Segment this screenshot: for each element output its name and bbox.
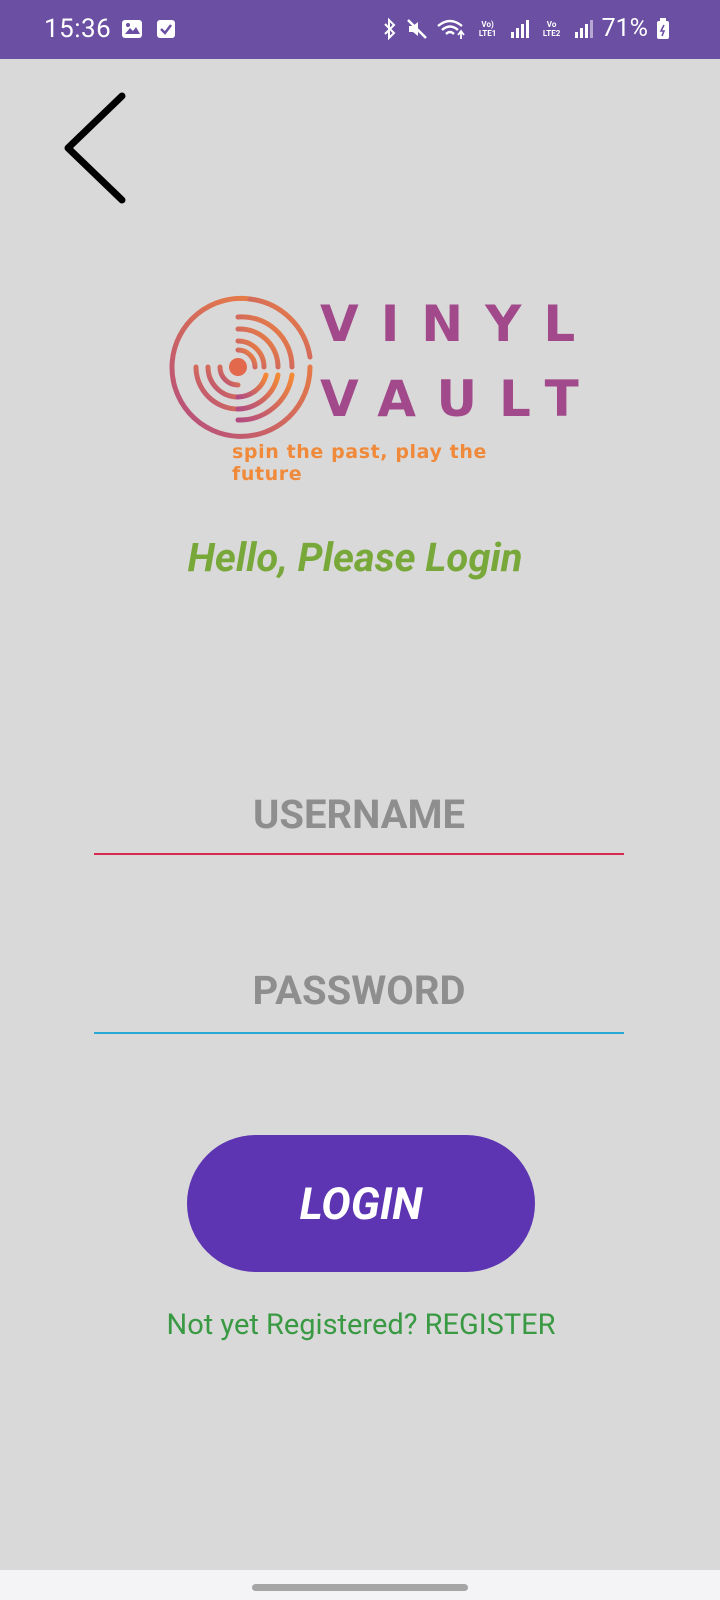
- battery-percent: 71%: [601, 14, 648, 43]
- back-button[interactable]: [50, 86, 140, 211]
- checkbox-icon: [157, 20, 175, 38]
- battery-icon: [657, 17, 669, 39]
- status-bar: 15:36 Vo) LTE1 Vo LTE2 71%: [0, 0, 720, 59]
- login-button[interactable]: LOGIN: [187, 1135, 535, 1272]
- password-input[interactable]: [94, 958, 624, 1022]
- password-underline: [94, 1032, 624, 1034]
- logo-tagline: spin the past, play the future: [232, 441, 487, 485]
- status-time: 15:36: [44, 14, 112, 44]
- signal-icon: [510, 19, 529, 38]
- navigation-bar: [0, 1570, 720, 1600]
- login-greeting: Hello, Please Login: [187, 534, 523, 581]
- username-input[interactable]: [94, 782, 624, 846]
- home-indicator[interactable]: [252, 1584, 468, 1591]
- app-logo: VINYL VAULT spin the past, play the futu…: [160, 295, 579, 485]
- mute-icon: [406, 18, 427, 39]
- signal-icon: [574, 19, 593, 38]
- username-underline: [94, 853, 624, 855]
- bluetooth-icon: [383, 17, 395, 40]
- logo-word-vault: VAULT: [320, 370, 601, 428]
- vinyl-logo-icon: [169, 295, 313, 439]
- image-icon: [122, 20, 142, 38]
- volte2-indicator: Vo LTE2: [542, 19, 561, 38]
- chevron-left-icon: [64, 92, 126, 204]
- logo-word-vinyl: VINYL: [320, 295, 598, 353]
- volte1-indicator: Vo) LTE1: [478, 19, 497, 38]
- wifi-icon: [436, 19, 465, 39]
- register-link[interactable]: Not yet Registered? REGISTER: [0, 1308, 720, 1342]
